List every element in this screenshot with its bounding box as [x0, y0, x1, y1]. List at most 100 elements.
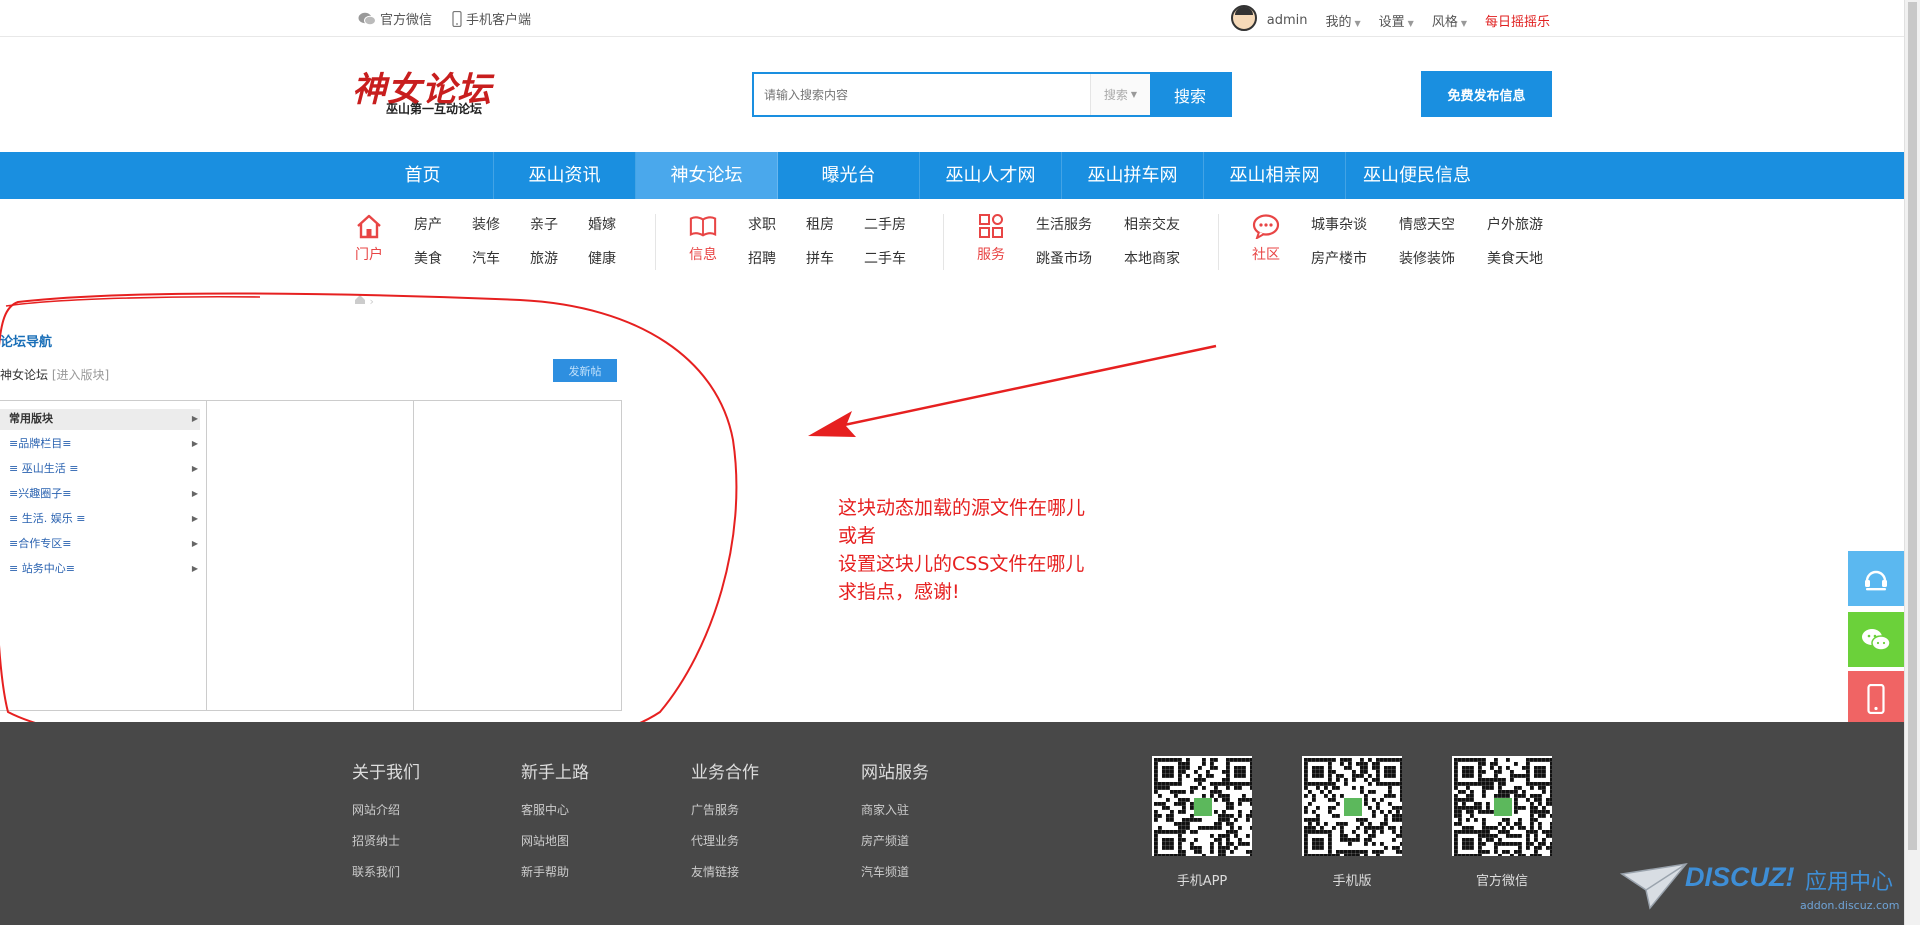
- nav-item[interactable]: 巫山资讯: [494, 152, 636, 199]
- customer-service-button[interactable]: [1848, 551, 1904, 606]
- footer-link[interactable]: 网站地图: [521, 832, 589, 849]
- nav-item[interactable]: 巫山相亲网: [1204, 152, 1346, 199]
- style-menu[interactable]: 风格 ▼: [1432, 11, 1467, 30]
- new-post-button[interactable]: 发新帖: [553, 359, 617, 382]
- top-bar: 官方微信 手机客户端 admin 我的 ▼ 设置 ▼ 风格 ▼ 每日摇摇乐: [0, 0, 1904, 37]
- category-link[interactable]: 旅游: [530, 248, 588, 268]
- footer-link[interactable]: 招贤纳士: [352, 832, 420, 849]
- footer-column-title: 关于我们: [352, 763, 420, 783]
- nav-item[interactable]: 巫山便民信息: [1346, 152, 1488, 199]
- category-link[interactable]: 本地商家: [1124, 248, 1204, 268]
- category-community[interactable]: 社区: [1249, 210, 1283, 264]
- category-link[interactable]: 装修: [472, 214, 530, 234]
- nav-item[interactable]: 巫山拼车网: [1062, 152, 1204, 199]
- settings-label: 设置: [1378, 14, 1405, 30]
- footer-link[interactable]: 友情链接: [691, 863, 759, 880]
- qr-caption: 手机版: [1332, 874, 1372, 889]
- annotation-arrow-head: [808, 411, 856, 437]
- avatar[interactable]: [1230, 5, 1257, 31]
- category-link[interactable]: 婚嫁: [588, 214, 646, 234]
- category-link[interactable]: 房产: [414, 214, 472, 234]
- wechat-link[interactable]: 官方微信: [358, 9, 432, 28]
- search-bar: 搜索▼ 搜索: [752, 72, 1232, 117]
- qr-caption: 官方微信: [1475, 874, 1528, 889]
- site-logo[interactable]: 神女论坛 巫山第一互动论坛: [352, 62, 502, 122]
- category-link[interactable]: 租房: [806, 214, 864, 234]
- footer-link[interactable]: 联系我们: [352, 863, 420, 880]
- qr-code-image: [1452, 756, 1552, 856]
- category-link[interactable]: 城事杂谈: [1311, 214, 1399, 234]
- category-link[interactable]: 相亲交友: [1124, 214, 1204, 234]
- annotation-ellipse-overlap: [5, 295, 261, 307]
- category-service[interactable]: 服务: [974, 210, 1008, 264]
- search-type-select[interactable]: 搜索 ▼: [1090, 74, 1150, 115]
- category-link[interactable]: 房产楼市: [1311, 248, 1399, 268]
- category-link[interactable]: 健康: [588, 248, 646, 268]
- mine-menu[interactable]: 我的 ▼: [1325, 11, 1360, 30]
- settings-menu[interactable]: 设置 ▼: [1379, 11, 1414, 30]
- nav-item[interactable]: 曝光台: [778, 152, 920, 199]
- chat-icon: [1252, 212, 1280, 240]
- daily-shake-link[interactable]: 每日摇摇乐: [1485, 11, 1550, 30]
- nav-item[interactable]: 神女论坛: [636, 152, 778, 199]
- nav-item[interactable]: 首页: [352, 152, 494, 199]
- category-link[interactable]: 求职: [748, 214, 806, 234]
- footer-link[interactable]: 客服中心: [521, 801, 589, 818]
- forum-nav-row[interactable]: ≡ 生活. 娱乐 ≡ ▶: [0, 509, 200, 534]
- search-input[interactable]: [754, 74, 1090, 115]
- forum-nav-row[interactable]: ≡ 站务中心≡ ▶: [0, 559, 200, 584]
- forum-nav-row[interactable]: ≡合作专区≡ ▶: [0, 534, 200, 559]
- footer-link[interactable]: 网站介绍: [352, 801, 420, 818]
- forum-nav-row[interactable]: ≡兴趣圈子≡ ▶: [0, 484, 200, 509]
- forum-nav-row[interactable]: ≡品牌栏目≡ ▶: [0, 434, 200, 459]
- chevron-right-icon: ▶: [191, 414, 198, 423]
- category-link[interactable]: 跳蚤市场: [1036, 248, 1124, 268]
- category-group-service: 服务 生活服务 相亲交友 跳蚤市场 本地商家: [974, 210, 1224, 276]
- top-bar-left: 官方微信 手机客户端: [358, 9, 531, 28]
- forum-nav-row-label: ≡ 站务中心≡: [9, 562, 75, 575]
- publish-button[interactable]: 免费发布信息: [1421, 71, 1552, 117]
- category-link[interactable]: 生活服务: [1036, 214, 1124, 234]
- forum-nav-column-2: [207, 401, 414, 710]
- category-link[interactable]: 汽车: [472, 248, 530, 268]
- footer-link[interactable]: 广告服务: [691, 801, 759, 818]
- qr-pattern: [1304, 758, 1402, 856]
- scrollbar-thumb[interactable]: [1908, 2, 1917, 850]
- category-link[interactable]: 二手车: [864, 248, 934, 268]
- category-link[interactable]: 招聘: [748, 248, 806, 268]
- footer-link[interactable]: 商家入驻: [861, 801, 929, 818]
- chevron-down-icon: ▼: [1460, 18, 1467, 28]
- footer-link[interactable]: 房产频道: [861, 832, 929, 849]
- page-scrollbar[interactable]: [1904, 0, 1920, 925]
- chevron-down-icon: ▼: [1407, 18, 1414, 28]
- username-link[interactable]: admin: [1267, 13, 1308, 28]
- category-info[interactable]: 信息: [686, 210, 720, 264]
- forum-name-link[interactable]: 神女论坛: [0, 368, 48, 382]
- category-link[interactable]: 装修装饰: [1399, 248, 1487, 268]
- category-link[interactable]: 二手房: [864, 214, 934, 234]
- footer-link[interactable]: 汽车频道: [861, 863, 929, 880]
- category-link[interactable]: 美食: [414, 248, 472, 268]
- mobile-client-link[interactable]: 手机客户端: [452, 9, 531, 28]
- watermark-url: addon.discuz.com: [1800, 899, 1900, 912]
- enter-forum-link[interactable]: [进入版块]: [52, 368, 109, 382]
- footer-link[interactable]: 代理业务: [691, 832, 759, 849]
- mobile-side-button[interactable]: [1848, 671, 1904, 726]
- forum-nav-row[interactable]: ≡ 巫山生活 ≡ ▶: [0, 459, 200, 484]
- home-icon[interactable]: [354, 294, 366, 305]
- forum-nav-row-label: ≡兴趣圈子≡: [9, 487, 72, 500]
- category-link[interactable]: 户外旅游: [1487, 214, 1557, 234]
- category-link[interactable]: 情感天空: [1399, 214, 1487, 234]
- category-portal[interactable]: 门户: [352, 210, 386, 264]
- discuz-watermark: DISCUZ! 应用中心 addon.discuz.com: [1620, 854, 1904, 925]
- search-button[interactable]: 搜索: [1150, 74, 1230, 115]
- footer-link[interactable]: 新手帮助: [521, 863, 589, 880]
- category-label: 信息: [689, 247, 717, 263]
- nav-item[interactable]: 巫山人才网: [920, 152, 1062, 199]
- category-label: 社区: [1252, 247, 1280, 263]
- wechat-side-button[interactable]: [1848, 612, 1904, 667]
- forum-nav-row[interactable]: 常用版块 ▶: [0, 409, 200, 430]
- category-link[interactable]: 拼车: [806, 248, 864, 268]
- category-link[interactable]: 美食天地: [1487, 248, 1557, 268]
- category-link[interactable]: 亲子: [530, 214, 588, 234]
